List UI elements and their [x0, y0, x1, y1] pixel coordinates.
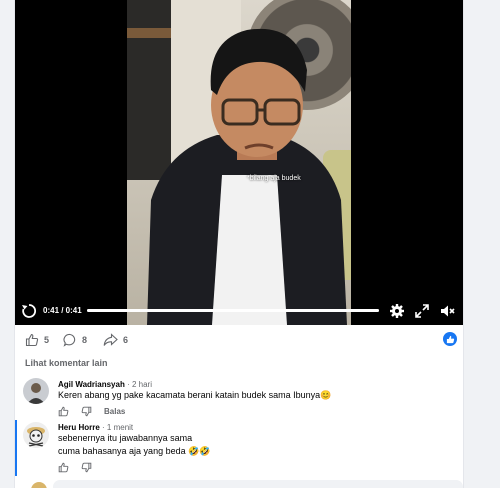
reply-input[interactable]: [53, 480, 463, 488]
comment-actions: [58, 462, 92, 473]
comment-count: 8: [82, 335, 88, 345]
video-frame: [127, 0, 351, 325]
comment-button[interactable]: 8: [63, 332, 87, 348]
comment-actions: Balas: [58, 406, 125, 417]
video-progress-bar[interactable]: [87, 309, 379, 312]
thumbs-up-icon[interactable]: [58, 406, 69, 417]
comment-time[interactable]: 2 hari: [132, 380, 152, 389]
share-button[interactable]: 6: [103, 332, 128, 348]
reply-button[interactable]: Balas: [104, 407, 125, 416]
comment-text-line: sebenernya itu jawabannya sama: [58, 433, 193, 443]
person-image: [147, 28, 347, 325]
share-arrow-icon: [103, 333, 118, 346]
video-time: 0:41 / 0:41: [43, 306, 82, 315]
like-reaction-badge: [443, 332, 457, 346]
comment-author-line: Agil Wadriansyah · 2 hari: [58, 380, 152, 389]
comment-author-line: Heru Horre · 1 menit: [58, 423, 134, 432]
thumbs-down-icon[interactable]: [81, 462, 92, 473]
video-controls: 0:41 / 0:41: [15, 298, 463, 324]
fullscreen-icon[interactable]: [414, 303, 430, 319]
thumbs-up-icon: [25, 333, 39, 347]
reply-thread-line: [15, 420, 17, 476]
comment-time[interactable]: 1 menit: [107, 423, 133, 432]
replay-icon[interactable]: [21, 303, 37, 319]
avatar: [31, 482, 47, 488]
comment-bubble-icon: [63, 333, 76, 347]
reply-composer: [23, 480, 463, 488]
video-player[interactable]: *bilang aja budek 0:41 / 0:41: [15, 0, 463, 325]
mute-speaker-icon[interactable]: [439, 303, 455, 319]
share-count: 6: [123, 335, 129, 345]
like-button[interactable]: 5: [25, 332, 49, 348]
post-card: *bilang aja budek 0:41 / 0:41 5 8 6 Liha…: [14, 0, 464, 488]
thumbs-up-icon[interactable]: [58, 462, 69, 473]
thumbs-down-icon[interactable]: [81, 406, 92, 417]
avatar[interactable]: [23, 422, 49, 448]
settings-gear-icon[interactable]: [389, 303, 405, 319]
comment-author[interactable]: Agil Wadriansyah: [58, 380, 125, 389]
video-progress-fill: [87, 309, 379, 312]
comment-text: Keren abang yg pake kacamata berani kata…: [58, 390, 332, 400]
view-more-comments-link[interactable]: Lihat komentar lain: [25, 358, 108, 368]
comment-text-line: cuma bahasanya aja yang beda 🤣🤣: [58, 446, 211, 456]
video-caption: *bilang aja budek: [247, 175, 301, 182]
comment-author[interactable]: Heru Horre: [58, 423, 100, 432]
thumbs-up-icon: [446, 335, 454, 343]
post-actions: 5 8 6: [15, 326, 463, 352]
avatar[interactable]: [23, 378, 49, 404]
like-count: 5: [44, 335, 50, 345]
